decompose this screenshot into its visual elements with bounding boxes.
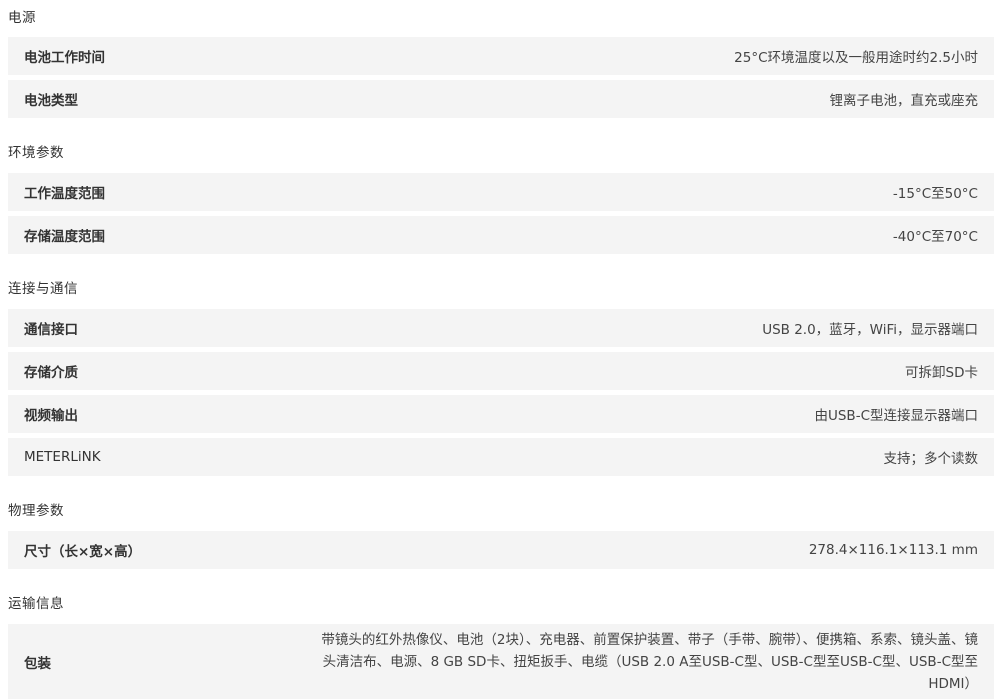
- section-title-shipping: 运输信息: [8, 596, 64, 612]
- spec-value: 由USB-C型连接显示器端口: [814, 408, 978, 424]
- spec-label: 通信接口: [24, 322, 78, 338]
- section-title-connectivity: 连接与通信: [8, 281, 78, 297]
- spec-row-package: 包装 带镜头的红外热像仪、电池（2块）、充电器、前置保护装置、带子（手带、腕带）…: [8, 624, 994, 699]
- spec-row-meterlink: METERLiNK 支持；多个读数: [8, 438, 994, 476]
- spec-row-storage-temp: 存储温度范围 -40°C至70°C: [8, 216, 994, 254]
- spec-row-dimensions: 尺寸（长×宽×高） 278.4×116.1×113.1 mm: [8, 531, 994, 569]
- section-title-power: 电源: [8, 10, 36, 26]
- spec-value: 25°C环境温度以及一般用途时约2.5小时: [734, 50, 978, 66]
- spec-label: 电池工作时间: [24, 50, 105, 66]
- spec-value: 锂离子电池，直充或座充: [829, 93, 979, 109]
- spec-label: 包装: [24, 655, 51, 672]
- spec-value: 支持；多个读数: [883, 451, 979, 467]
- spec-label: 电池类型: [24, 93, 78, 109]
- section-title-environment: 环境参数: [8, 145, 64, 161]
- spec-value: 278.4×116.1×113.1 mm: [808, 542, 978, 558]
- section-title-physical: 物理参数: [8, 503, 64, 519]
- spec-value: -15°C至50°C: [892, 186, 978, 202]
- spec-label: 存储温度范围: [24, 229, 105, 245]
- spec-value: 带镜头的红外热像仪、电池（2块）、充电器、前置保护装置、带子（手带、腕带）、便携…: [321, 631, 978, 692]
- spec-row-battery-type: 电池类型 锂离子电池，直充或座充: [8, 80, 994, 118]
- spec-value: -40°C至70°C: [892, 229, 978, 245]
- spec-row-battery-runtime: 电池工作时间 25°C环境温度以及一般用途时约2.5小时: [8, 37, 994, 75]
- spec-label: 视频输出: [24, 408, 78, 424]
- spec-row-comm-interface: 通信接口 USB 2.0，蓝牙，WiFi，显示器端口: [8, 309, 994, 347]
- spec-row-storage-media: 存储介质 可拆卸SD卡: [8, 352, 994, 390]
- spec-row-video-output: 视频输出 由USB-C型连接显示器端口: [8, 395, 994, 433]
- spec-label: 存储介质: [24, 365, 78, 381]
- spec-value: USB 2.0，蓝牙，WiFi，显示器端口: [762, 322, 978, 338]
- spec-row-operating-temp: 工作温度范围 -15°C至50°C: [8, 173, 994, 211]
- spec-value: 可拆卸SD卡: [905, 365, 978, 381]
- spec-label: 尺寸（长×宽×高）: [24, 544, 142, 560]
- spec-label: METERLiNK: [24, 449, 101, 465]
- spec-label: 工作温度范围: [24, 186, 105, 202]
